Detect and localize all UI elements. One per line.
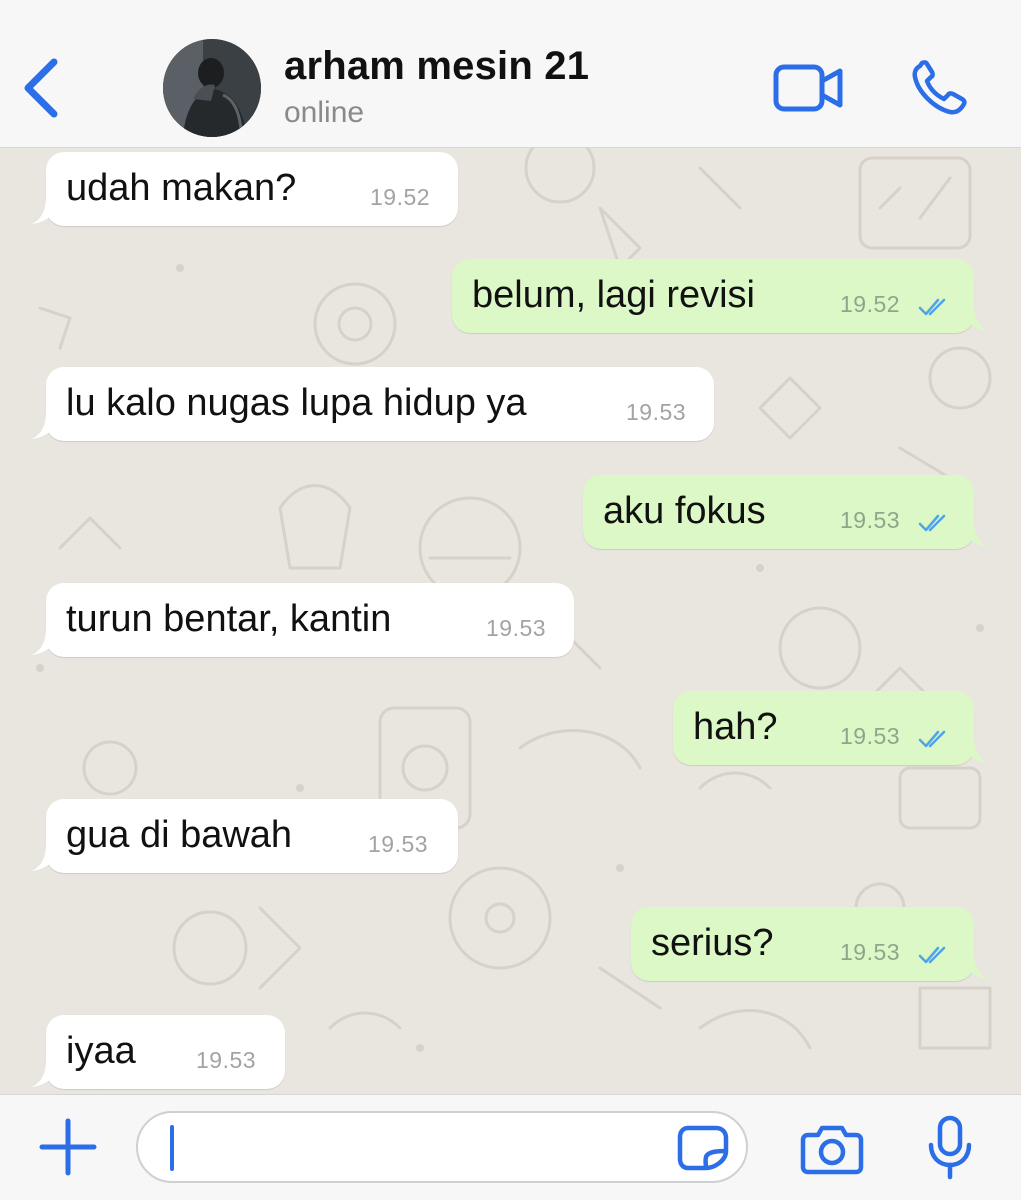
- bubble-tail: [32, 196, 62, 224]
- message-text: aku fokus: [603, 490, 766, 532]
- contact-status: online: [284, 96, 365, 129]
- bubble-tail: [32, 411, 62, 439]
- plus-icon: [39, 1118, 97, 1176]
- message-text: turun bentar, kantin: [66, 598, 392, 640]
- outgoing-message[interactable]: aku fokus 19.53: [583, 475, 988, 549]
- chevron-left-icon: [24, 58, 58, 118]
- sticker-icon: [677, 1125, 729, 1171]
- message-time: 19.53: [626, 399, 687, 425]
- attach-button[interactable]: [38, 1117, 98, 1177]
- message-list[interactable]: udah makan? 19.52 belum, lagi revisi 19.…: [0, 148, 1021, 1094]
- double-check-icon: [918, 946, 946, 964]
- camera-icon: [800, 1125, 864, 1175]
- incoming-message[interactable]: udah makan? 19.52: [32, 152, 458, 226]
- voice-message-button[interactable]: [926, 1115, 974, 1181]
- camera-button[interactable]: [800, 1123, 864, 1175]
- message-input[interactable]: [136, 1111, 748, 1183]
- contact-name[interactable]: arham mesin 21: [284, 44, 589, 89]
- outgoing-message[interactable]: belum, lagi revisi 19.52: [452, 259, 988, 333]
- video-call-button[interactable]: [772, 63, 846, 113]
- chat-screen: arham mesin 21 online udah makan? 19.52 …: [0, 0, 1021, 1200]
- bubble-tail: [32, 627, 62, 655]
- double-check-icon: [918, 730, 946, 748]
- text-caret: [170, 1125, 174, 1171]
- outgoing-message[interactable]: serius? 19.53: [631, 907, 988, 981]
- outgoing-message[interactable]: hah? 19.53: [673, 691, 988, 765]
- composer-bar: [0, 1094, 1021, 1200]
- incoming-message[interactable]: lu kalo nugas lupa hidup ya 19.53: [32, 367, 714, 441]
- double-check-icon: [918, 298, 946, 316]
- bubble-tail: [958, 951, 988, 979]
- incoming-message[interactable]: gua di bawah 19.53: [32, 799, 458, 873]
- message-time: 19.53: [196, 1047, 257, 1073]
- bubble-tail: [32, 1059, 62, 1087]
- phone-icon: [912, 60, 967, 115]
- double-check-icon: [918, 514, 946, 532]
- chat-header: arham mesin 21 online: [0, 0, 1021, 148]
- message-time: 19.53: [368, 831, 429, 857]
- incoming-message[interactable]: turun bentar, kantin 19.53: [32, 583, 574, 657]
- message-time: 19.52: [840, 291, 901, 317]
- message-text: udah makan?: [66, 167, 297, 209]
- message-text: lu kalo nugas lupa hidup ya: [66, 382, 527, 424]
- incoming-message[interactable]: iyaa 19.53: [32, 1015, 285, 1089]
- contact-photo: [163, 39, 261, 137]
- microphone-icon: [928, 1115, 972, 1180]
- back-button[interactable]: [18, 56, 68, 120]
- bubble-tail: [958, 735, 988, 763]
- message-text: gua di bawah: [66, 814, 293, 856]
- message-text: serius?: [651, 922, 774, 964]
- message-time: 19.53: [840, 939, 901, 965]
- bubble-tail: [958, 519, 988, 547]
- voice-call-button[interactable]: [910, 60, 970, 118]
- avatar[interactable]: [163, 39, 261, 137]
- bubble-tail: [958, 303, 988, 331]
- message-text: hah?: [693, 706, 778, 748]
- message-time: 19.53: [840, 507, 901, 533]
- message-time: 19.52: [370, 184, 431, 210]
- bubble-tail: [32, 843, 62, 871]
- video-camera-icon: [773, 64, 843, 112]
- message-time: 19.53: [840, 723, 901, 749]
- sticker-button[interactable]: [676, 1125, 730, 1171]
- message-text: belum, lagi revisi: [472, 274, 755, 316]
- message-text: iyaa: [66, 1030, 136, 1072]
- message-time: 19.53: [486, 615, 547, 641]
